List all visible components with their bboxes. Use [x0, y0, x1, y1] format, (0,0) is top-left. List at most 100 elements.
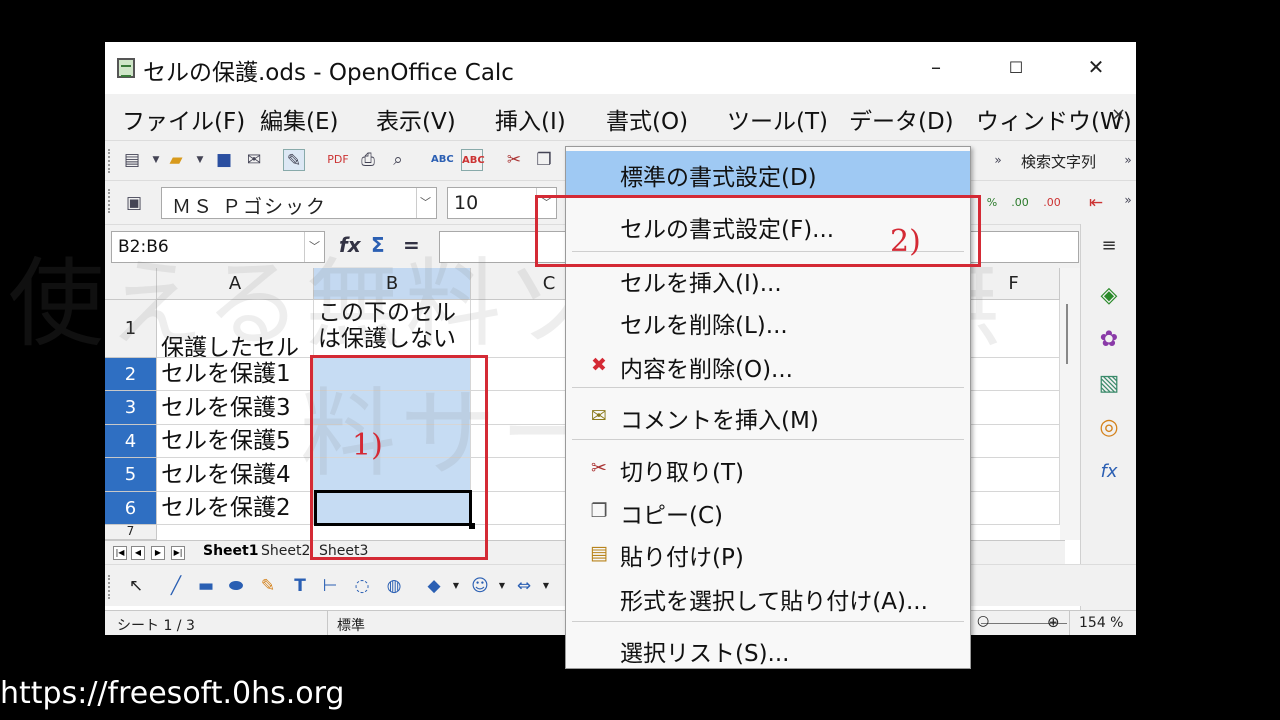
cell-a6[interactable]: セルを保護2	[157, 492, 314, 525]
save-icon[interactable]: ■	[213, 149, 235, 171]
styles-icon[interactable]: ▣	[123, 192, 145, 214]
row-header-2[interactable]: 2	[105, 358, 157, 391]
print-icon[interactable]: ⎙	[357, 149, 379, 171]
percent-format-icon[interactable]: %	[981, 192, 1003, 214]
freeform-icon[interactable]: ✎	[257, 575, 279, 597]
menu-format[interactable]: 書式(O)	[606, 102, 688, 136]
menu-file[interactable]: ファイル(F)	[122, 102, 245, 136]
menu-item-copy[interactable]: ❐ コピー(C)	[566, 489, 970, 533]
navigator-icon[interactable]: ◎	[1095, 414, 1123, 442]
menu-item-paste-special[interactable]: 形式を選択して貼り付け(A)...	[566, 575, 970, 619]
cell-f6[interactable]	[968, 492, 1060, 525]
cell-a2[interactable]: セルを保護1	[157, 358, 314, 391]
menu-item-selection-list[interactable]: 選択リスト(S)...	[566, 627, 970, 671]
row-header-7[interactable]: 7	[105, 525, 157, 540]
copy-icon[interactable]: ❐	[533, 149, 555, 171]
page-style[interactable]: 標準	[337, 615, 365, 635]
cell-f1[interactable]	[968, 300, 1060, 358]
menu-edit[interactable]: 編集(E)	[260, 102, 338, 136]
chevron-down-icon[interactable]: ▼	[189, 149, 211, 171]
toolbar-grip[interactable]	[108, 575, 112, 599]
prev-sheet-icon[interactable]: ◀	[131, 546, 145, 560]
next-sheet-icon[interactable]: ▶	[151, 546, 165, 560]
chevron-down-icon[interactable]: ﹀	[304, 232, 324, 262]
spellcheck-icon[interactable]: ABC	[431, 149, 454, 171]
new-document-icon[interactable]: ▤	[121, 149, 143, 171]
cut-icon[interactable]: ✂	[503, 149, 525, 171]
cell-a3[interactable]: セルを保護3	[157, 391, 314, 425]
zoom-level[interactable]: 154 %	[1079, 615, 1123, 631]
line-icon[interactable]: ╱	[165, 575, 187, 597]
scroll-thumb[interactable]	[1066, 304, 1074, 364]
decrease-indent-icon[interactable]: ⇤	[1085, 192, 1107, 214]
properties-icon[interactable]: ◈	[1095, 282, 1123, 310]
minimize-button[interactable]: –	[896, 42, 976, 92]
font-name-select[interactable]: ＭＳ Ｐゴシック ﹀	[161, 187, 437, 219]
add-decimal-icon[interactable]: .00	[1009, 192, 1031, 214]
select-arrow-icon[interactable]: ↖	[125, 575, 147, 597]
callout-icon[interactable]: ◌	[351, 575, 373, 597]
delete-decimal-icon[interactable]: .00	[1041, 192, 1063, 214]
text-icon[interactable]: T	[289, 575, 311, 597]
close-document-icon[interactable]: ×	[1111, 104, 1126, 125]
row-header-6[interactable]: 6	[105, 492, 157, 525]
toolbar-overflow-icon[interactable]: »	[1117, 149, 1136, 171]
chevron-down-icon[interactable]: ﹀	[416, 188, 436, 218]
toolbar-grip[interactable]	[108, 149, 112, 173]
sum-icon[interactable]: Σ	[371, 233, 385, 257]
toolbar-grip[interactable]	[108, 189, 112, 213]
column-header-a[interactable]: A	[157, 268, 314, 300]
cell-f3[interactable]	[968, 391, 1060, 425]
menu-view[interactable]: 表示(V)	[376, 102, 456, 136]
menu-window[interactable]: ウィンドウ(W)	[976, 102, 1132, 136]
ellipse-icon[interactable]: ⬬	[225, 575, 247, 597]
chevron-down-icon[interactable]: ▼	[535, 575, 557, 597]
gallery-icon[interactable]: ▧	[1095, 370, 1123, 398]
row-header-1[interactable]: 1	[105, 300, 157, 358]
column-header-f[interactable]: F	[968, 268, 1060, 300]
chevron-down-icon[interactable]: ▼	[445, 575, 467, 597]
toolbar-overflow-icon[interactable]: »	[1117, 189, 1136, 211]
menu-item-insert-comment[interactable]: ✉ コメントを挿入(M)	[566, 394, 970, 438]
cell-f2[interactable]	[968, 358, 1060, 391]
menu-data[interactable]: データ(D)	[849, 102, 954, 136]
email-icon[interactable]: ✉	[243, 149, 265, 171]
export-pdf-icon[interactable]: PDF	[327, 149, 349, 171]
cell-f5[interactable]	[968, 458, 1060, 492]
rectangle-icon[interactable]: ▬	[195, 575, 217, 597]
menu-insert[interactable]: 挿入(I)	[495, 102, 566, 136]
search-text-label[interactable]: 検索文字列	[1021, 151, 1096, 172]
sidebar-menu-icon[interactable]: ≡	[1095, 232, 1123, 260]
menu-item-paste[interactable]: ▤ 貼り付け(P)	[566, 531, 970, 575]
menu-item-cut[interactable]: ✂ 切り取り(T)	[566, 446, 970, 490]
toolbar-overflow-icon[interactable]: »	[987, 149, 1009, 171]
column-header-b[interactable]: B	[314, 268, 471, 300]
function-wizard-icon[interactable]: fx	[339, 233, 361, 257]
last-sheet-icon[interactable]: ▶|	[171, 546, 185, 560]
menu-item-delete-contents[interactable]: ✖ 内容を削除(O)...	[566, 343, 970, 387]
connector-icon[interactable]: ⊢	[319, 575, 341, 597]
sheet-tab-2[interactable]: Sheet2	[255, 543, 316, 559]
row-header-5[interactable]: 5	[105, 458, 157, 492]
name-box[interactable]: B2:B6 ﹀	[111, 231, 325, 263]
basic-shapes-icon[interactable]: ◆	[423, 575, 445, 597]
maximize-button[interactable]: ☐	[976, 42, 1056, 92]
zoom-thumb-icon[interactable]: ○	[977, 613, 989, 629]
cell-b1[interactable]: この下のセルは保護しない	[314, 300, 471, 358]
styles-icon[interactable]: ✿	[1095, 326, 1123, 354]
cell-a1[interactable]: 保護したセル	[157, 300, 314, 358]
menu-item-default-formatting[interactable]: 標準の書式設定(D)	[566, 151, 970, 195]
legend-icon[interactable]: ◍	[383, 575, 405, 597]
autospellcheck-icon[interactable]: ABC	[461, 149, 485, 171]
menu-item-delete-cells[interactable]: セルを削除(L)...	[566, 299, 970, 343]
print-preview-icon[interactable]: ⌕	[387, 149, 409, 171]
functions-icon[interactable]: fx	[1095, 458, 1123, 486]
row-header-4[interactable]: 4	[105, 425, 157, 458]
zoom-in-icon[interactable]: ⊕	[1047, 613, 1060, 631]
edit-mode-icon[interactable]: ✎	[283, 149, 305, 171]
chevron-down-icon[interactable]: ▼	[145, 149, 167, 171]
chevron-down-icon[interactable]: ▼	[491, 575, 513, 597]
cell-a4[interactable]: セルを保護5	[157, 425, 314, 458]
smiley-icon[interactable]: ☺	[469, 575, 491, 597]
vertical-scrollbar[interactable]	[1060, 268, 1080, 540]
